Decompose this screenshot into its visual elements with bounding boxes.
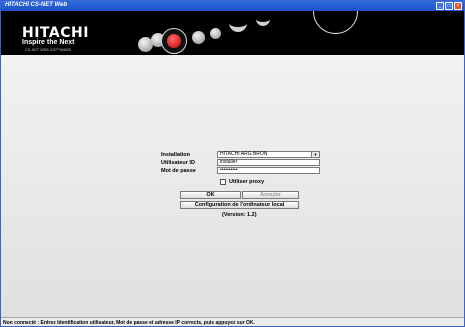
ok-button[interactable]: OK <box>180 191 241 199</box>
user-id-field[interactable]: installer <box>217 159 320 166</box>
installation-select[interactable]: HITACHI ARG BRON ▼ <box>217 151 320 158</box>
cancel-button[interactable]: Annuler <box>242 191 299 199</box>
window-controls: _ □ × <box>436 2 462 10</box>
password-field[interactable]: •••••••••• <box>217 167 320 174</box>
decor-circle-icon <box>210 28 221 39</box>
login-panel: Installation HITACHI ARG BRON ▼ Utilisat… <box>1 55 464 317</box>
proxy-checkbox[interactable] <box>220 179 226 185</box>
maximize-button[interactable]: □ <box>445 2 453 10</box>
user-id-label: Utilisateur ID <box>161 160 195 166</box>
installation-value: HITACHI ARG BRON <box>220 151 268 157</box>
close-button[interactable]: × <box>454 2 462 10</box>
logo-tagline: Inspire the Next <box>22 39 75 46</box>
proxy-label: Utiliser proxy <box>229 179 265 185</box>
decor-ring-icon <box>313 11 358 34</box>
status-message: Non connecté : Entrez Identification uti… <box>3 320 255 326</box>
minimize-button[interactable]: _ <box>436 2 444 10</box>
app-window: HITACHI CS-NET Web _ □ × HITACHI Inspire… <box>0 0 465 327</box>
decor-halfcircle-icon <box>229 14 247 32</box>
window-title: HITACHI CS-NET Web <box>5 2 68 8</box>
installation-label: Installation <box>161 152 191 158</box>
red-core-icon <box>167 34 181 48</box>
decor-circle-icon <box>192 31 205 44</box>
logo-subtitle: CS-NET WEB SOFTWARE <box>25 48 72 52</box>
chevron-down-icon[interactable]: ▼ <box>311 152 319 157</box>
decor-halfcircle-icon <box>256 12 270 26</box>
header-banner: HITACHI Inspire the Next CS-NET WEB SOFT… <box>1 11 464 55</box>
status-bar: Non connecté : Entrez Identification uti… <box>1 317 464 326</box>
title-bar[interactable]: HITACHI CS-NET Web _ □ × <box>1 1 464 11</box>
version-text: (Version: 1.2) <box>222 212 257 218</box>
password-label: Mot de passe <box>161 168 196 174</box>
local-config-button[interactable]: Configuration de l'ordinateur local <box>180 201 299 209</box>
